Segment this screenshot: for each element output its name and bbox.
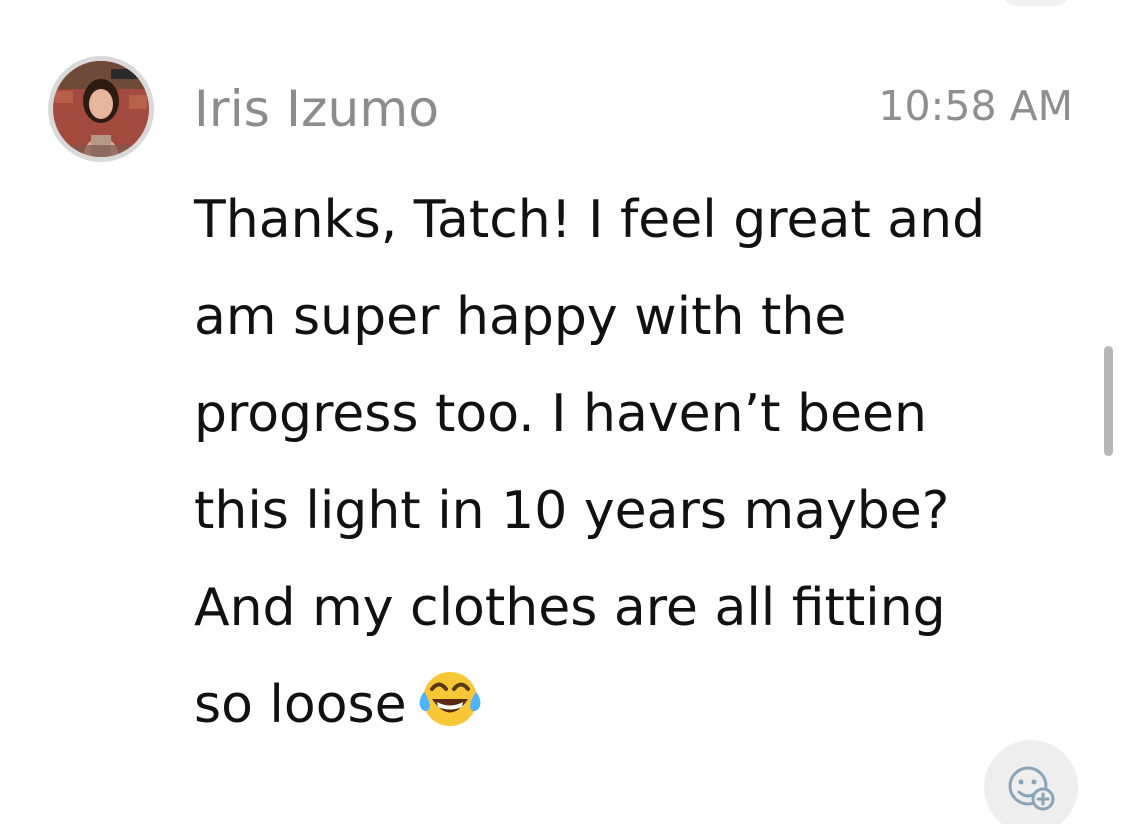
message-body: Thanks, Tatch! I feel great and am super… [194,172,1074,762]
scrollbar-thumb[interactable] [1104,346,1113,456]
tears-of-joy-emoji-icon [417,665,483,762]
sender-avatar[interactable] [48,56,154,162]
chat-screen: Iris Izumo 10:58 AM Thanks, Tatch! I fee… [0,0,1125,824]
message-timestamp: 10:58 AM [878,82,1073,130]
message-text: Thanks, Tatch! I feel great and am super… [194,190,986,735]
profile-photo-icon [53,61,149,157]
sender-name[interactable]: Iris Izumo [194,74,439,144]
add-reaction-icon [1008,766,1055,811]
add-reaction-button[interactable] [984,740,1078,824]
chat-message: Iris Izumo 10:58 AM Thanks, Tatch! I fee… [0,0,1125,824]
